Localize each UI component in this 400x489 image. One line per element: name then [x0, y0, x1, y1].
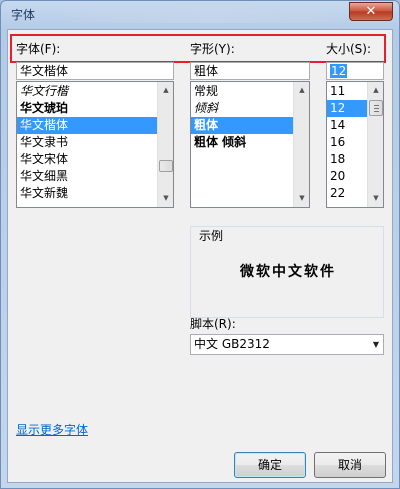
- font-list-item[interactable]: 华文琥珀: [17, 100, 173, 117]
- size-input-value: 12: [330, 64, 348, 78]
- script-select-value: 中文 GB2312: [194, 337, 270, 351]
- scroll-up-icon[interactable]: ▲: [294, 83, 309, 98]
- size-listbox[interactable]: 11 12 14 16 18 20 22 ▲ ▼: [326, 81, 384, 208]
- scroll-down-icon[interactable]: ▼: [294, 191, 309, 206]
- font-label: 字体(F):: [16, 42, 61, 56]
- cancel-button[interactable]: 取消: [314, 452, 386, 478]
- size-list-scrollbar[interactable]: ▲ ▼: [367, 82, 383, 207]
- size-input[interactable]: 12: [326, 62, 384, 80]
- show-more-fonts-link[interactable]: 显示更多字体: [16, 421, 88, 438]
- font-list-item[interactable]: 华文行楷: [17, 83, 173, 100]
- title-bar-blur: [61, 5, 361, 23]
- font-list-scrollbar[interactable]: ▲ ▼: [157, 82, 173, 207]
- preview-sample-text: 微软中文软件: [240, 264, 336, 280]
- scroll-up-icon[interactable]: ▲: [158, 83, 173, 98]
- script-select[interactable]: 中文 GB2312 ▼: [190, 334, 384, 355]
- font-list-item[interactable]: 华文隶书: [17, 134, 173, 151]
- font-dialog: 字体 ✕ 字体(F): 字形(Y): 大小(S): 华文楷体 粗体 12 华文行…: [0, 0, 400, 489]
- font-list-item[interactable]: 华文细黑: [17, 168, 173, 185]
- title-bar[interactable]: 字体 ✕: [1, 1, 399, 29]
- style-list-item[interactable]: 常规: [191, 83, 309, 100]
- size-list-scroll-thumb[interactable]: [369, 100, 383, 116]
- size-label: 大小(S):: [326, 42, 372, 56]
- preview-group: 示例 微软中文软件: [190, 226, 384, 318]
- font-list-item[interactable]: 华文宋体: [17, 151, 173, 168]
- dialog-title: 字体: [11, 8, 36, 22]
- style-label: 字形(Y):: [190, 42, 235, 56]
- preview-label: 示例: [199, 229, 224, 243]
- scroll-up-icon[interactable]: ▲: [368, 83, 383, 98]
- scroll-down-icon[interactable]: ▼: [368, 191, 383, 206]
- style-list-item[interactable]: 粗体 倾斜: [191, 134, 309, 151]
- style-list-item[interactable]: 倾斜: [191, 100, 309, 117]
- font-input[interactable]: 华文楷体: [16, 62, 174, 80]
- style-input[interactable]: 粗体: [190, 62, 310, 80]
- font-listbox[interactable]: 华文行楷 华文琥珀 华文楷体 华文隶书 华文宋体 华文细黑 华文新魏 ▲ ▼: [16, 81, 174, 208]
- close-icon: ✕: [365, 4, 377, 19]
- font-list-scroll-thumb[interactable]: [159, 160, 173, 172]
- font-list-item[interactable]: 华文楷体: [17, 117, 173, 134]
- scroll-down-icon[interactable]: ▼: [158, 191, 173, 206]
- style-list-item[interactable]: 粗体: [191, 117, 309, 134]
- style-list-scrollbar[interactable]: ▲ ▼: [293, 82, 309, 207]
- style-listbox[interactable]: 常规 倾斜 粗体 粗体 倾斜 ▲ ▼: [190, 81, 310, 208]
- font-list-item[interactable]: 华文新魏: [17, 185, 173, 202]
- close-button[interactable]: ✕: [349, 2, 393, 21]
- ok-button[interactable]: 确定: [234, 452, 306, 478]
- chevron-down-icon[interactable]: ▼: [373, 335, 379, 354]
- dialog-body: 字体(F): 字形(Y): 大小(S): 华文楷体 粗体 12 华文行楷 华文琥珀…: [7, 29, 393, 483]
- script-label: 脚本(R):: [190, 317, 236, 331]
